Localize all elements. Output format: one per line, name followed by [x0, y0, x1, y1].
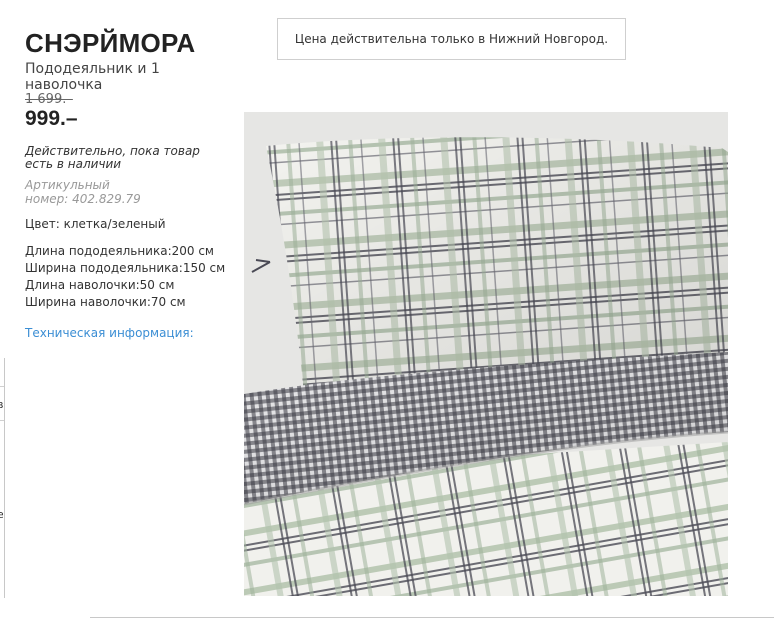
edge-mark: |	[0, 470, 3, 483]
current-price: 999.–	[25, 107, 78, 130]
edge-divider	[0, 420, 4, 421]
bottom-divider	[90, 617, 774, 618]
left-edge-strip: в | е |	[0, 358, 5, 598]
product-image[interactable]	[244, 112, 728, 596]
edge-mark: е	[0, 508, 3, 521]
spec-item: Ширина пододеяльника:150 см	[25, 261, 226, 275]
article-number: Артикульный номер: 402.829.79	[25, 178, 141, 206]
edge-mark: |	[0, 546, 3, 559]
product-page: в | е | СНЭРЙМОРА Пододеяльник и 1 навол…	[0, 0, 774, 620]
product-title: СНЭРЙМОРА	[25, 28, 196, 58]
product-specs: Длина пододеяльника:200 см Ширина пододе…	[25, 243, 240, 311]
edge-mark: в	[0, 398, 3, 411]
old-price: 1 699.–	[25, 92, 73, 107]
spec-item: Длина пододеяльника:200 см	[25, 244, 214, 258]
edge-divider	[0, 386, 4, 387]
offer-validity: Действительно, пока товар есть в наличии	[25, 144, 200, 171]
price-notice: Цена действительна только в Нижний Новго…	[277, 18, 626, 60]
tech-info-link[interactable]: Техническая информация:	[25, 326, 194, 340]
bedding-photo-icon	[244, 112, 728, 596]
product-color: Цвет: клетка/зеленый	[25, 217, 166, 231]
spec-item: Длина наволочки:50 см	[25, 278, 175, 292]
product-info: СНЭРЙМОРА Пододеяльник и 1 наволочка 1 6…	[25, 28, 240, 341]
product-description: Пододеяльник и 1 наволочка	[25, 61, 160, 93]
spec-item: Ширина наволочки:70 см	[25, 295, 186, 309]
